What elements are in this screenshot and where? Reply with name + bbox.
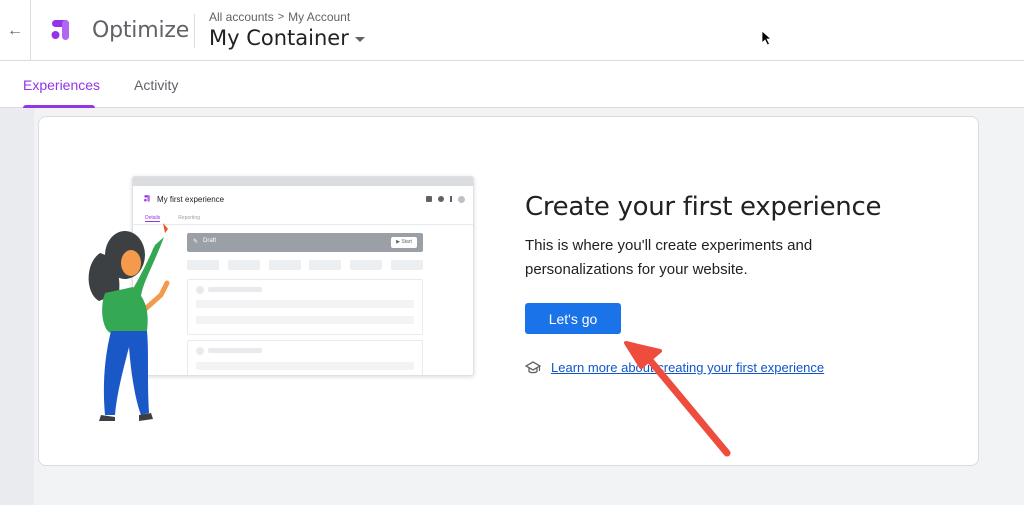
- divider: [30, 0, 31, 61]
- mock-icons: [426, 196, 465, 203]
- mock-line: [208, 348, 262, 353]
- mock-panel: [187, 340, 423, 375]
- mouse-cursor-icon: [761, 30, 773, 46]
- breadcrumb-separator: >: [277, 11, 285, 23]
- tab-label: Activity: [134, 76, 179, 93]
- dropdown-caret-icon: [354, 37, 365, 42]
- person-illustration: [88, 223, 170, 421]
- mock-line: [208, 287, 262, 292]
- divider: [194, 14, 195, 48]
- mock-chip: [350, 260, 382, 270]
- learn-more-row: Learn more about creating your first exp…: [525, 360, 824, 375]
- tab-activity[interactable]: Activity: [134, 61, 190, 108]
- app-name: Optimize: [92, 18, 190, 43]
- mock-chip: [269, 260, 301, 270]
- mock-tab: Details: [145, 215, 161, 222]
- apps-icon: [426, 196, 432, 202]
- breadcrumb-account[interactable]: My Account: [288, 10, 350, 24]
- mock-line: [196, 316, 414, 324]
- empty-state-headline: Create your first experience: [525, 192, 882, 222]
- mock-tab: Reporting: [178, 215, 200, 221]
- tab-label: Experiences: [23, 76, 101, 93]
- container-name: My Container: [209, 26, 349, 50]
- more-icon: [450, 196, 452, 202]
- app-header: ← Optimize All accounts > My Account My …: [0, 0, 1024, 61]
- breadcrumb-all-accounts[interactable]: All accounts: [209, 10, 274, 24]
- mock-draft-label: Draft: [203, 238, 217, 244]
- mock-line: [196, 300, 414, 308]
- avatar-icon: [458, 196, 465, 203]
- school-icon: [525, 360, 541, 373]
- mock-chip: [187, 260, 219, 270]
- tab-bar: Experiences Activity: [0, 61, 1024, 108]
- mock-title: My first experience: [157, 195, 225, 204]
- optimize-logo-icon: [51, 20, 69, 40]
- mock-chip: [228, 260, 260, 270]
- breadcrumb: All accounts > My Account: [209, 10, 350, 24]
- illustration: My first experience Details Reporting ✎ …: [85, 173, 475, 421]
- arrow-back-icon[interactable]: ←: [2, 18, 28, 44]
- mock-window: My first experience Details Reporting ✎ …: [132, 176, 474, 376]
- mock-draft-bar: ✎ Draft ▶ Start: [187, 233, 423, 252]
- empty-state-card: My first experience Details Reporting ✎ …: [38, 116, 979, 466]
- help-icon: [438, 196, 444, 202]
- mock-chip: [309, 260, 341, 270]
- mock-start-button: ▶ Start: [391, 237, 417, 248]
- optimize-logo-icon: [144, 195, 150, 202]
- empty-state-description: This is where you'll create experiments …: [525, 237, 813, 278]
- edit-icon: ✎: [193, 239, 199, 245]
- mock-panel: [187, 279, 423, 335]
- mock-chip: [391, 260, 423, 270]
- container-selector[interactable]: My Container: [209, 26, 365, 50]
- lets-go-button[interactable]: Let's go: [525, 303, 621, 334]
- mock-line: [196, 362, 414, 370]
- mock-window-bar: [133, 177, 473, 186]
- side-gutter: [0, 108, 34, 505]
- mock-dot: [196, 286, 204, 294]
- mock-divider: [133, 224, 473, 225]
- mock-start-label: Start: [401, 239, 412, 245]
- learn-more-link[interactable]: Learn more about creating your first exp…: [551, 360, 824, 375]
- mock-dot: [196, 347, 204, 355]
- mock-tabs: Details Reporting: [145, 215, 200, 222]
- tab-experiences[interactable]: Experiences: [23, 61, 100, 108]
